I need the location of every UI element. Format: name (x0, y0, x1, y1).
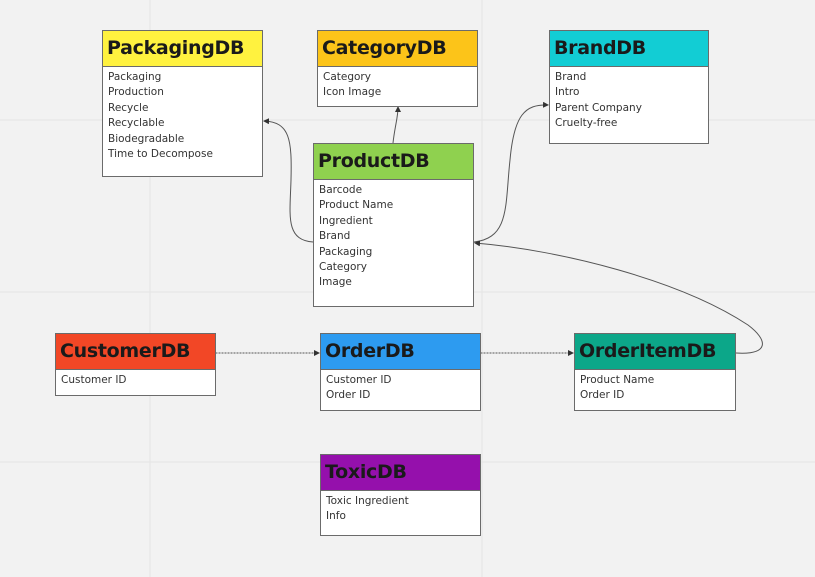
field-list: Product Name Order ID (575, 370, 735, 407)
field[interactable]: Parent Company (555, 101, 703, 116)
field[interactable]: Customer ID (326, 373, 475, 388)
field[interactable]: Category (319, 260, 468, 275)
table-product[interactable]: ProductDB Barcode Product Name Ingredient Br… (313, 143, 474, 307)
connector-product-packaging (263, 118, 314, 243)
table-title[interactable]: ProductDB (314, 144, 473, 180)
field[interactable]: Ingredient (319, 214, 468, 229)
field[interactable]: Toxic Ingredient (326, 494, 475, 509)
table-title[interactable]: CategoryDB (318, 31, 477, 67)
table-title[interactable]: PackagingDB (103, 31, 262, 67)
field-list: Brand Intro Parent Company Cruelty-free (550, 67, 708, 135)
field[interactable]: Brand (555, 70, 703, 85)
field[interactable]: Order ID (580, 388, 730, 403)
field[interactable]: Product Name (580, 373, 730, 388)
table-title[interactable]: BrandDB (550, 31, 708, 67)
table-title[interactable]: CustomerDB (56, 334, 215, 370)
field[interactable]: Intro (555, 85, 703, 100)
field[interactable]: Packaging (108, 70, 257, 85)
field[interactable]: Production (108, 85, 257, 100)
field[interactable]: Customer ID (61, 373, 210, 388)
field[interactable]: Brand (319, 229, 468, 244)
table-order[interactable]: OrderDB Customer ID Order ID (320, 333, 481, 411)
field[interactable]: Order ID (326, 388, 475, 403)
table-toxic[interactable]: ToxicDB Toxic Ingredient Info (320, 454, 481, 536)
table-title[interactable]: OrderDB (321, 334, 480, 370)
connector-product-brand (473, 101, 549, 243)
field[interactable]: Packaging (319, 245, 468, 260)
field[interactable]: Recyclable (108, 116, 257, 131)
table-title[interactable]: OrderItemDB (575, 334, 735, 370)
table-orderitem[interactable]: OrderItemDB Product Name Order ID (574, 333, 736, 411)
field-list: Packaging Production Recycle Recyclable Biod… (103, 67, 262, 165)
connector-product-category (392, 106, 401, 144)
field[interactable]: Image (319, 275, 468, 290)
field[interactable]: Icon Image (323, 85, 472, 100)
table-packaging[interactable]: PackagingDB Packaging Production Recycle Rec… (102, 30, 263, 177)
field[interactable]: Info (326, 509, 475, 524)
table-customer[interactable]: CustomerDB Customer ID (55, 333, 216, 396)
table-category[interactable]: CategoryDB Category Icon Image (317, 30, 478, 107)
field[interactable]: Biodegradable (108, 132, 257, 147)
field-list: Customer ID Order ID (321, 370, 480, 407)
field-list: Barcode Product Name Ingredient Brand Packag… (314, 180, 473, 294)
field[interactable]: Product Name (319, 198, 468, 213)
field-list: Customer ID (56, 370, 215, 391)
field[interactable]: Cruelty-free (555, 116, 703, 131)
field[interactable]: Recycle (108, 101, 257, 116)
field[interactable]: Category (323, 70, 472, 85)
table-title[interactable]: ToxicDB (321, 455, 480, 491)
field[interactable]: Barcode (319, 183, 468, 198)
field-list: Category Icon Image (318, 67, 477, 104)
field-list: Toxic Ingredient Info (321, 491, 480, 528)
table-brand[interactable]: BrandDB Brand Intro Parent Company Cruelty-f… (549, 30, 709, 144)
field[interactable]: Time to Decompose (108, 147, 257, 162)
